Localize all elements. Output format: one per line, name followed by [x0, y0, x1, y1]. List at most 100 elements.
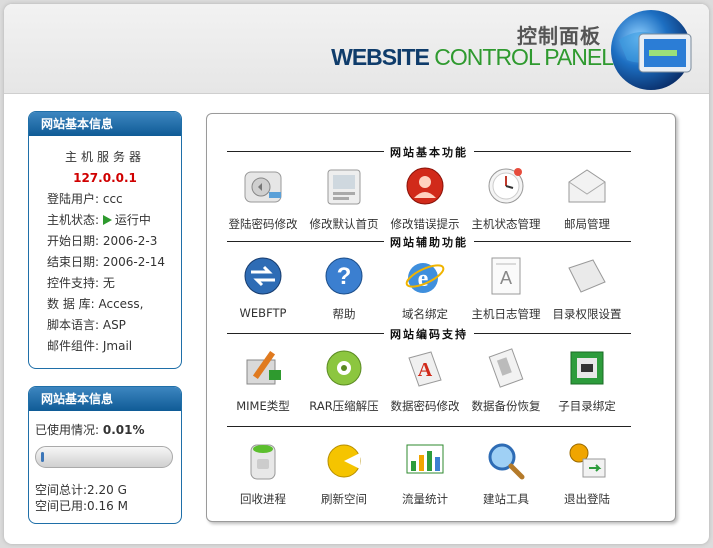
subdir-icon	[570, 351, 604, 385]
function-label: 主机日志管理	[471, 307, 541, 321]
function-button-mime[interactable]: MIME类型	[221, 344, 305, 414]
function-button-error-user[interactable]: 修改错误提示	[383, 162, 467, 232]
host-status-value: 运行中	[114, 213, 151, 227]
function-label: 帮助	[332, 307, 356, 321]
site-info-title: 网站基本信息	[29, 112, 181, 136]
mail-icon	[568, 169, 606, 203]
function-button-ie[interactable]: e 域名绑定	[383, 252, 467, 322]
function-button-mail[interactable]: 邮局管理	[545, 162, 629, 232]
function-label: RAR压缩解压	[309, 399, 379, 413]
database-row: 数 据 库: Access,	[47, 297, 144, 311]
usage-value: 0.01%	[102, 423, 145, 437]
section-title-text: 网站辅助功能	[384, 234, 474, 250]
login-user-row: 登陆用户: ccc	[47, 192, 123, 206]
function-button-refresh[interactable]: 刷新空间	[302, 437, 386, 507]
usage-line: 已使用情况: 0.01%	[29, 421, 181, 438]
function-button-key-disk[interactable]: 登陆密码修改	[221, 162, 305, 232]
header-title-en-website: WEBSITE	[331, 44, 430, 70]
section-title-text: 网站基本功能	[384, 144, 474, 160]
usage-progress-bar	[35, 446, 173, 468]
refresh-icon	[327, 444, 361, 478]
function-button-chart[interactable]: 流量统计	[383, 437, 467, 507]
function-button-help[interactable]: ? 帮助	[302, 252, 386, 322]
section-divider	[227, 426, 631, 427]
function-label: 建站工具	[483, 492, 529, 506]
function-label: 刷新空间	[321, 492, 367, 506]
function-button-subdir[interactable]: 子目录绑定	[545, 344, 629, 414]
site-info-list: 登陆用户: ccc 主机状态: 运行中 开始日期: 2006-2-3 结束日期:…	[29, 189, 181, 357]
section-title-3: 网站编码支持	[227, 326, 631, 342]
header-title-en: WEBSITE CONTROL PANEL	[331, 44, 614, 71]
script-language-row: 脚本语言: ASP	[47, 318, 126, 332]
rar-icon	[326, 350, 362, 386]
function-label: 子目录绑定	[558, 399, 616, 413]
end-date-row: 结束日期: 2006-2-14	[47, 255, 165, 269]
usage-progress-fill	[41, 452, 44, 462]
svg-text:A: A	[418, 359, 433, 381]
function-button-folder[interactable]: 目录权限设置	[545, 252, 629, 322]
space-used: 空间已用:0.16 M	[35, 499, 128, 513]
function-button-homepage[interactable]: 修改默认首页	[302, 162, 386, 232]
function-label: 回收进程	[240, 492, 286, 506]
chart-icon	[406, 444, 444, 474]
function-label: 数据备份恢复	[471, 399, 541, 413]
function-label: 目录权限设置	[552, 307, 622, 321]
ftp-icon	[244, 257, 282, 295]
clock-icon	[488, 168, 524, 204]
function-button-recycle[interactable]: 回收进程	[221, 437, 305, 507]
function-button-magnifier[interactable]: 建站工具	[464, 437, 548, 507]
function-button-ftp[interactable]: WEBFTP	[221, 252, 305, 320]
space-stats: 空间总计:2.20 G 空间已用:0.16 M	[29, 482, 181, 514]
function-label: 邮局管理	[564, 217, 610, 231]
function-label: 修改默认首页	[309, 217, 379, 231]
green-flag-icon	[102, 215, 112, 225]
function-button-backup[interactable]: 数据备份恢复	[464, 344, 548, 414]
function-label: 主机状态管理	[471, 217, 541, 231]
function-label: WEBFTP	[239, 306, 287, 320]
space-total: 空间总计:2.20 G	[35, 483, 127, 497]
usage-label: 已使用情况:	[35, 423, 103, 437]
backup-icon	[488, 348, 524, 388]
section-title-4	[227, 419, 631, 433]
section-title-text: 网站编码支持	[384, 326, 474, 342]
server-label: 主机服务器	[64, 150, 145, 164]
recycle-icon	[250, 444, 276, 480]
help-icon: ?	[325, 257, 363, 295]
start-date-row: 开始日期: 2006-2-3	[47, 234, 158, 248]
function-button-log[interactable]: A 主机日志管理	[464, 252, 548, 322]
section-title-1: 网站基本功能	[227, 144, 631, 160]
control-panel-window: 控制面板 WEBSITE CONTROL PANEL 网站基本信息 主机服务器 …	[4, 4, 709, 544]
folder-icon	[568, 259, 606, 293]
component-support-row: 控件支持: 无	[47, 276, 115, 290]
function-label: 修改错误提示	[390, 217, 460, 231]
ie-icon: e	[405, 263, 445, 293]
function-label: 数据密码修改	[390, 399, 460, 413]
error-user-icon	[406, 167, 444, 205]
site-info-panel: 网站基本信息 主机服务器 127.0.0.1 登陆用户: ccc 主机状态: 运…	[28, 111, 182, 369]
magnifier-icon	[488, 443, 525, 480]
globe-monitor-icon	[611, 10, 692, 90]
homepage-icon	[327, 169, 361, 205]
function-label: 流量统计	[402, 492, 448, 506]
function-button-db-password[interactable]: A 数据密码修改	[383, 344, 467, 414]
function-label: 退出登陆	[564, 492, 610, 506]
header: 控制面板 WEBSITE CONTROL PANEL	[4, 4, 709, 94]
function-label: MIME类型	[236, 399, 290, 413]
function-label: 域名绑定	[402, 307, 448, 321]
host-status-label: 主机状态:	[47, 213, 103, 227]
svg-text:?: ?	[337, 263, 352, 290]
mail-component-row: 邮件组件: Jmail	[47, 339, 133, 353]
logout-icon	[569, 443, 606, 478]
function-button-clock[interactable]: 主机状态管理	[464, 162, 548, 232]
server-ip: 127.0.0.1	[73, 171, 137, 185]
db-password-icon: A	[408, 351, 442, 387]
function-button-logout[interactable]: 退出登陆	[545, 437, 629, 507]
header-title-en-control: CONTROL PANEL	[434, 44, 614, 70]
function-button-rar[interactable]: RAR压缩解压	[302, 344, 386, 414]
log-icon: A	[491, 257, 521, 295]
key-disk-icon	[244, 171, 282, 203]
usage-title: 网站基本信息	[29, 387, 181, 411]
host-status-row: 主机状态: 运行中	[47, 210, 181, 231]
svg-text:A: A	[500, 268, 512, 288]
usage-panel: 网站基本信息 已使用情况: 0.01% 空间总计:2.20 G 空间已用:0.1…	[28, 386, 182, 524]
